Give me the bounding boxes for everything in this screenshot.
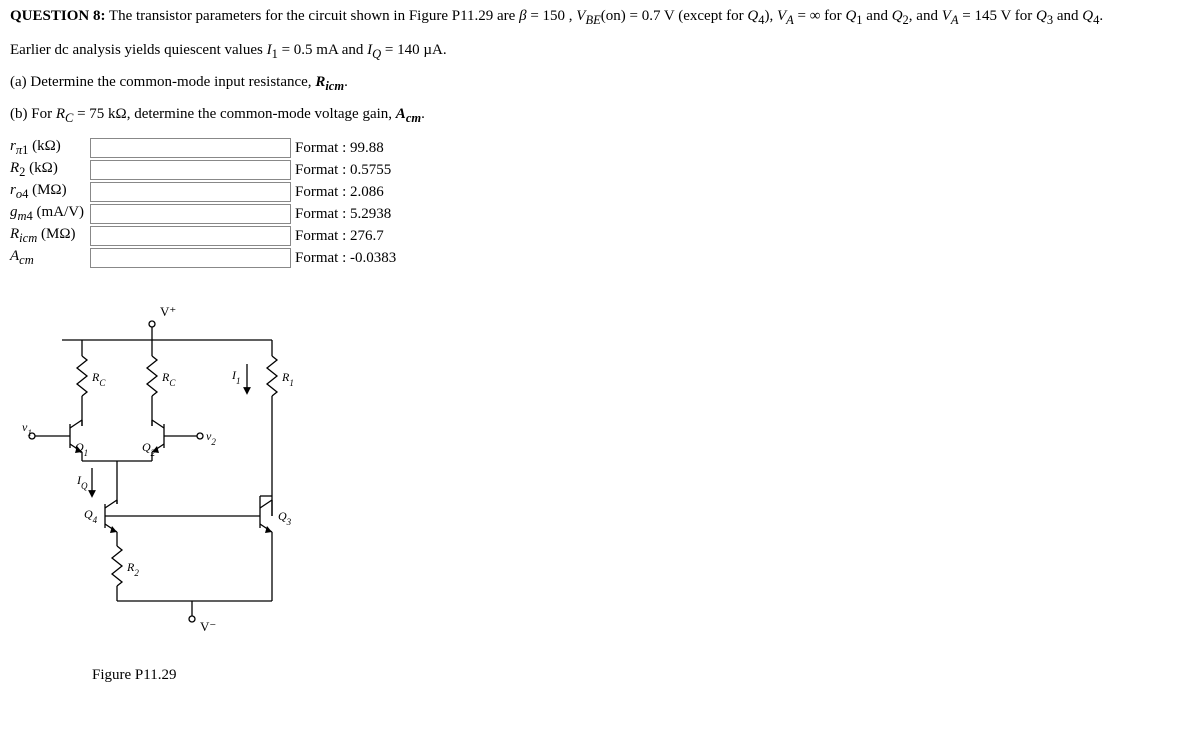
question-label: QUESTION 8: (10, 8, 105, 24)
answer-grid: rπ1 (kΩ) Format : 99.88 R2 (kΩ) Format :… (10, 138, 1181, 268)
format-ricm: Format : 276.7 (295, 228, 384, 245)
svg-text:R2: R2 (126, 560, 139, 578)
svg-text:Q2: Q2 (142, 440, 156, 458)
svg-text:v1: v1 (22, 420, 32, 438)
svg-text:v2: v2 (206, 429, 216, 447)
label-ro4: ro4 (MΩ) (10, 182, 90, 202)
format-ro4: Format : 2.086 (295, 184, 384, 201)
earlier-line: Earlier dc analysis yields quiescent val… (10, 42, 1181, 62)
answer-row-ricm: Ricm (MΩ) Format : 276.7 (10, 226, 1181, 246)
svg-text:RC: RC (161, 370, 176, 388)
label-acm: Acm (10, 248, 90, 268)
answer-row-rpi1: rπ1 (kΩ) Format : 99.88 (10, 138, 1181, 158)
svg-text:V⁺: V⁺ (160, 304, 176, 319)
circuit-svg: V⁺ RC RC R1 I1 v1 Q1 (22, 296, 322, 656)
svg-text:V⁻: V⁻ (200, 619, 216, 634)
label-gm4: gm4 (mA/V) (10, 204, 90, 224)
input-gm4[interactable] (90, 204, 291, 224)
part-b: (b) For RC = 75 kΩ, determine the common… (10, 106, 1181, 126)
svg-text:Q3: Q3 (278, 509, 292, 527)
input-rpi1[interactable] (90, 138, 291, 158)
question-body: The transistor parameters for the circui… (105, 8, 1103, 24)
answer-row-r2: R2 (kΩ) Format : 0.5755 (10, 160, 1181, 180)
svg-text:R1: R1 (281, 370, 294, 388)
svg-text:I1: I1 (231, 368, 241, 386)
input-r2[interactable] (90, 160, 291, 180)
figure: V⁺ RC RC R1 I1 v1 Q1 (22, 296, 1181, 684)
input-ro4[interactable] (90, 182, 291, 202)
format-gm4: Format : 5.2938 (295, 206, 391, 223)
answer-row-acm: Acm Format : -0.0383 (10, 248, 1181, 268)
input-ricm[interactable] (90, 226, 291, 246)
answer-row-ro4: ro4 (MΩ) Format : 2.086 (10, 182, 1181, 202)
label-r2: R2 (kΩ) (10, 160, 90, 180)
format-rpi1: Format : 99.88 (295, 140, 384, 157)
part-a: (a) Determine the common-mode input resi… (10, 74, 1181, 94)
label-ricm: Ricm (MΩ) (10, 226, 90, 246)
label-rpi1: rπ1 (kΩ) (10, 138, 90, 158)
svg-text:Q4: Q4 (84, 507, 98, 525)
svg-text:IQ: IQ (76, 473, 88, 491)
svg-text:RC: RC (91, 370, 106, 388)
figure-caption: Figure P11.29 (92, 667, 1181, 684)
answer-row-gm4: gm4 (mA/V) Format : 5.2938 (10, 204, 1181, 224)
input-acm[interactable] (90, 248, 291, 268)
question-header: QUESTION 8: The transistor parameters fo… (10, 8, 1181, 28)
format-r2: Format : 0.5755 (295, 162, 391, 179)
format-acm: Format : -0.0383 (295, 250, 396, 267)
